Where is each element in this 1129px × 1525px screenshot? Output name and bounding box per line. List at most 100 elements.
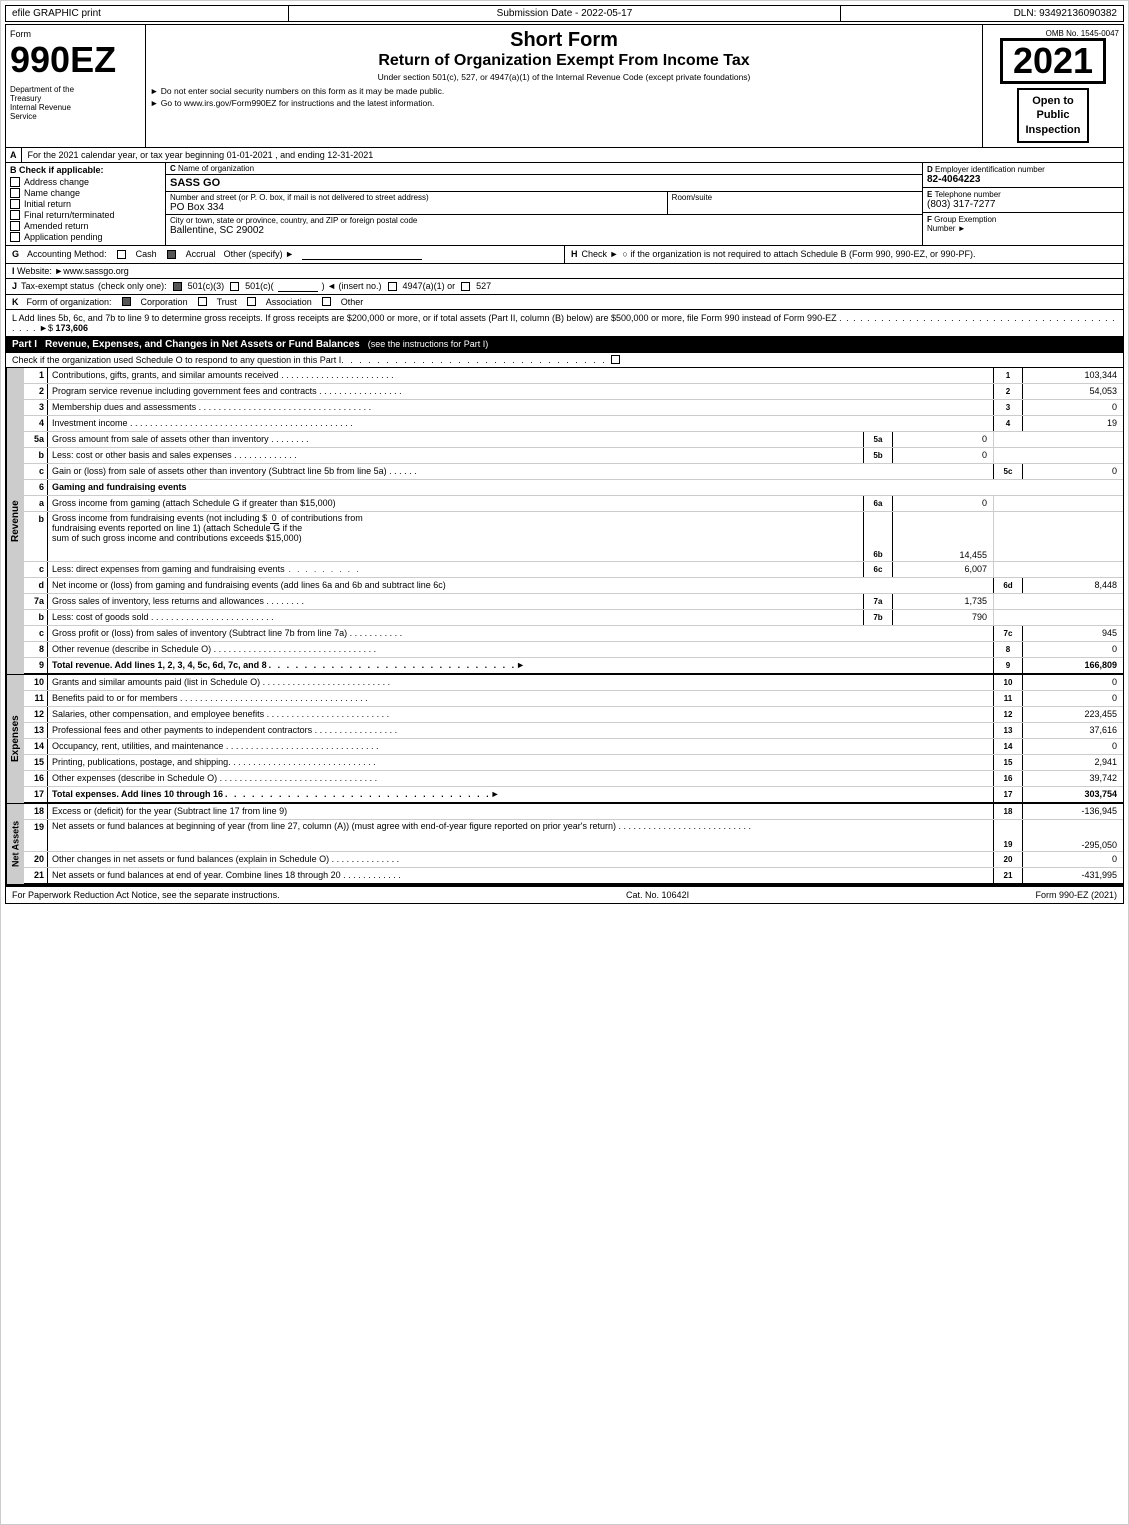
dln-text: DLN: 93492136090382 [1014, 8, 1117, 19]
row-6d-num: d [24, 578, 48, 593]
row-6-desc: Gaming and fundraising events [48, 480, 1123, 495]
initial-return-label: Initial return [24, 199, 71, 209]
final-return-label: Final return/terminated [24, 210, 115, 220]
row-11: 11 Benefits paid to or for members . . .… [24, 691, 1123, 707]
row-6d: d Net income or (loss) from gaming and f… [24, 578, 1123, 594]
row-6b-label: 6b [863, 512, 893, 561]
row-6c-empty [1023, 562, 1123, 577]
section-c: C Name of organization SASS GO Number an… [166, 163, 923, 245]
row-7b-spacer [993, 610, 1023, 625]
footer-left: For Paperwork Reduction Act Notice, see … [12, 890, 280, 900]
row-17-desc: Total expenses. Add lines 10 through 16 … [48, 787, 993, 802]
final-return-checkbox[interactable] [10, 210, 20, 220]
c3-checkbox[interactable] [173, 282, 182, 291]
section-gh: G Accounting Method: Cash Accrual Other … [5, 246, 1124, 264]
row-8: 8 Other revenue (describe in Schedule O)… [24, 642, 1123, 658]
cash-checkbox[interactable] [117, 250, 126, 259]
row-6d-label: 6d [993, 578, 1023, 593]
row-6b: b Gross income from fundraising events (… [24, 512, 1123, 562]
amended-return-checkbox[interactable] [10, 221, 20, 231]
row-1: 1 Contributions, gifts, grants, and simi… [24, 368, 1123, 384]
accrual-checkbox[interactable] [167, 250, 176, 259]
row-5b-mid-val: 0 [893, 448, 993, 463]
part-i-check[interactable] [611, 355, 620, 364]
row-19-desc: Net assets or fund balances at beginning… [48, 820, 993, 851]
row-8-num: 8 [24, 642, 48, 657]
title-note3: ► Go to www.irs.gov/Form990EZ for instru… [150, 98, 978, 108]
row-5c: c Gain or (loss) from sale of assets oth… [24, 464, 1123, 480]
initial-return-checkbox[interactable] [10, 199, 20, 209]
address-change-checkbox[interactable] [10, 177, 20, 187]
row-7a-num: 7a [24, 594, 48, 609]
row-7a-empty [1023, 594, 1123, 609]
part-i-title: Revenue, Expenses, and Changes in Net As… [45, 339, 360, 350]
row-13: 13 Professional fees and other payments … [24, 723, 1123, 739]
trust-checkbox[interactable] [198, 297, 207, 306]
row-5a-empty [1023, 432, 1123, 447]
row-21: 21 Net assets or fund balances at end of… [24, 868, 1123, 884]
row-20: 20 Other changes in net assets or fund b… [24, 852, 1123, 868]
dept-info: Department of the Treasury Internal Reve… [10, 85, 141, 121]
row-6a-empty [1023, 496, 1123, 511]
row-6b-desc: Gross income from fundraising events (no… [48, 512, 863, 561]
row-17: 17 Total expenses. Add lines 10 through … [24, 787, 1123, 803]
row-7a-mid-val: 1,735 [893, 594, 993, 609]
row-3-label: 3 [993, 400, 1023, 415]
row-19-amount: -295,050 [1023, 820, 1123, 851]
row-12-amount: 223,455 [1023, 707, 1123, 722]
row-5a-num: 5a [24, 432, 48, 447]
address-row: Number and street (or P. O. box, if mail… [166, 192, 922, 215]
row-17-amount: 303,754 [1023, 787, 1123, 802]
row-6a: a Gross income from gaming (attach Sched… [24, 496, 1123, 512]
row-7a: 7a Gross sales of inventory, less return… [24, 594, 1123, 610]
row-7c: c Gross profit or (loss) from sales of i… [24, 626, 1123, 642]
row-7b: b Less: cost of goods sold . . . . . . .… [24, 610, 1123, 626]
row-7c-desc: Gross profit or (loss) from sales of inv… [48, 626, 993, 641]
row-9-label: 9 [993, 658, 1023, 673]
row-6a-desc: Gross income from gaming (attach Schedul… [48, 496, 863, 511]
row-9-num: 9 [24, 658, 48, 673]
row-5c-label: 5c [993, 464, 1023, 479]
other-k-checkbox[interactable] [322, 297, 331, 306]
footer-mid: Cat. No. 10642I [626, 890, 689, 900]
c-label: C [170, 164, 178, 173]
row-18-amount: -136,945 [1023, 804, 1123, 819]
corp-checkbox[interactable] [122, 297, 131, 306]
cc-checkbox[interactable] [230, 282, 239, 291]
row-7a-desc: Gross sales of inventory, less returns a… [48, 594, 863, 609]
form-number: 990EZ [10, 39, 141, 81]
page: efile GRAPHIC print Submission Date - 20… [0, 0, 1129, 1525]
row-13-amount: 37,616 [1023, 723, 1123, 738]
row-2-amount: 54,053 [1023, 384, 1123, 399]
row-2-desc: Program service revenue including govern… [48, 384, 993, 399]
row-1-label: 1 [993, 368, 1023, 383]
application-pending-row: Application pending [10, 232, 161, 242]
row-6c-desc: Less: direct expenses from gaming and fu… [48, 562, 863, 577]
row-5a-mid-label: 5a [863, 432, 893, 447]
row-6b-num: b [24, 512, 48, 561]
title-sub: Return of Organization Exempt From Incom… [150, 52, 978, 70]
row-6b-spacer [993, 512, 1023, 561]
row-12: 12 Salaries, other compensation, and emp… [24, 707, 1123, 723]
assoc-checkbox[interactable] [247, 297, 256, 306]
c527-checkbox[interactable] [461, 282, 470, 291]
c4947-checkbox[interactable] [388, 282, 397, 291]
year-col: OMB No. 1545-0047 2021 Open to Public In… [983, 25, 1123, 147]
row-13-desc: Professional fees and other payments to … [48, 723, 993, 738]
row-6b-amount: 14,455 [893, 512, 993, 561]
row-15: 15 Printing, publications, postage, and … [24, 755, 1123, 771]
row-6a-num: a [24, 496, 48, 511]
name-change-checkbox[interactable] [10, 188, 20, 198]
row-5b: b Less: cost or other basis and sales ex… [24, 448, 1123, 464]
row-6a-spacer [993, 496, 1023, 511]
final-return-row: Final return/terminated [10, 210, 161, 220]
row-6d-amount: 8,448 [1023, 578, 1123, 593]
revenue-rows: 1 Contributions, gifts, grants, and simi… [24, 368, 1123, 674]
application-pending-checkbox[interactable] [10, 232, 20, 242]
row-10: 10 Grants and similar amounts paid (list… [24, 675, 1123, 691]
row-14-amount: 0 [1023, 739, 1123, 754]
part-i-label: Part I [12, 339, 37, 350]
expenses-section: Expenses 10 Grants and similar amounts p… [5, 675, 1124, 804]
row-7a-mid-label: 7a [863, 594, 893, 609]
j-label: J [12, 281, 17, 291]
